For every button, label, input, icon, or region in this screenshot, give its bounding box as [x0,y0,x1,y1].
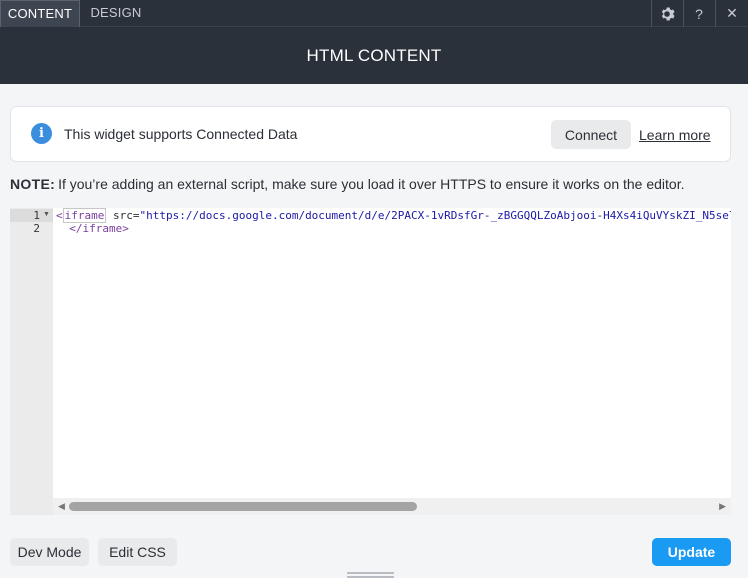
horizontal-scrollbar[interactable]: ◀ ▶ [53,498,731,515]
connected-data-banner: i This widget supports Connected Data Co… [10,106,731,162]
tab-bar: CONTENT DESIGN ? ✕ [0,0,748,27]
line-number: 1 [33,209,40,222]
note-text: If you’re adding an external script, mak… [58,176,685,192]
note-label: NOTE: [10,176,56,192]
code-close-bracket: > [122,222,129,235]
code-close-open: </ [69,222,83,235]
connect-button[interactable]: Connect [551,120,631,149]
code-editor[interactable]: 1 ▼ 2 < iframe src="https://docs.google.c… [10,208,731,515]
code-open-bracket: < [56,209,63,222]
code-attr-value: "https://docs.google.com/document/d/e/2P… [139,209,732,222]
learn-more-link[interactable]: Learn more [639,127,711,143]
close-button[interactable]: ✕ [715,0,748,27]
code-attr-src: src= [106,209,140,222]
tab-design[interactable]: DESIGN [80,0,152,27]
close-icon: ✕ [726,5,738,21]
info-icon: i [31,123,52,144]
scrollbar-thumb[interactable] [69,502,417,511]
code-content[interactable]: < iframe src="https://docs.google.com/doc… [56,208,732,235]
tab-content[interactable]: CONTENT [0,0,80,27]
help-button[interactable]: ? [683,0,714,27]
scroll-left-icon[interactable]: ◀ [58,501,65,512]
scroll-right-icon[interactable]: ▶ [719,501,726,512]
code-close-tag: iframe [82,222,123,235]
scroll-corner [10,498,53,515]
gear-icon [661,7,675,20]
line-gutter: 1 ▼ 2 [10,208,53,498]
code-tag-iframe: iframe [62,208,107,223]
update-button[interactable]: Update [652,538,731,566]
connected-data-text: This widget supports Connected Data [64,126,298,142]
https-note: NOTE: If you’re adding an external script… [10,176,684,192]
panel-header: HTML CONTENT [0,27,748,84]
page-title: HTML CONTENT [306,45,442,65]
settings-button[interactable] [651,0,682,27]
line-number: 2 [33,222,40,235]
resize-handle[interactable] [347,572,394,578]
fold-toggle-icon[interactable]: ▼ [43,211,50,218]
edit-css-button[interactable]: Edit CSS [98,538,177,566]
dev-mode-button[interactable]: Dev Mode [10,538,89,566]
